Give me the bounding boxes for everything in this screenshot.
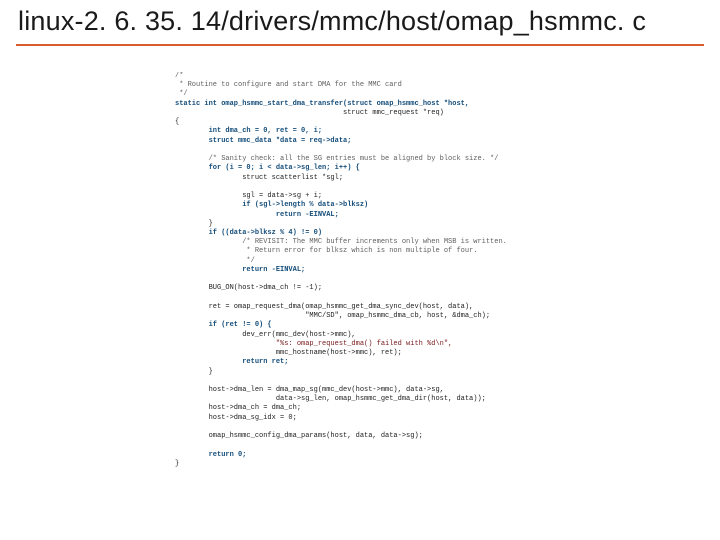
code-line: return ret; bbox=[175, 358, 288, 366]
code-line: struct scatterlist *sgl; bbox=[175, 174, 343, 182]
code-line: "%s: omap_request_dma() failed with %d\n… bbox=[175, 340, 452, 348]
code-line: host->dma_len = dma_map_sg(mmc_dev(host-… bbox=[175, 386, 444, 394]
code-line: BUG_ON(host->dma_ch != -1); bbox=[175, 284, 322, 292]
title-underline bbox=[16, 44, 704, 46]
code-line: } bbox=[175, 220, 213, 228]
code-line: return -EINVAL; bbox=[175, 211, 339, 219]
code-line: */ bbox=[175, 257, 255, 265]
code-line: if (sgl->length % data->blksz) bbox=[175, 201, 368, 209]
code-line: return 0; bbox=[175, 451, 246, 459]
code-line: /* Sanity check: all the SG entries must… bbox=[175, 155, 498, 163]
code-line: */ bbox=[175, 90, 188, 98]
code-line: if (ret != 0) { bbox=[175, 321, 272, 329]
code-line: host->dma_ch = dma_ch; bbox=[175, 404, 301, 412]
code-line: { bbox=[175, 118, 179, 126]
code-line: if ((data->blksz % 4) != 0) bbox=[175, 229, 322, 237]
code-line: struct mmc_request *req) bbox=[175, 109, 444, 117]
code-line: for (i = 0; i < data->sg_len; i++) { bbox=[175, 164, 360, 172]
code-line: dev_err(mmc_dev(host->mmc), bbox=[175, 331, 356, 339]
code-line: /* bbox=[175, 72, 183, 80]
code-line: ret = omap_request_dma(omap_hsmmc_get_dm… bbox=[175, 303, 473, 311]
code-line: return -EINVAL; bbox=[175, 266, 305, 274]
code-line: data->sg_len, omap_hsmmc_get_dma_dir(hos… bbox=[175, 395, 486, 403]
code-line: * Return error for blksz which is non mu… bbox=[175, 247, 477, 255]
source-code-excerpt: /* * Routine to configure and start DMA … bbox=[175, 72, 575, 502]
code-line: host->dma_sg_idx = 0; bbox=[175, 414, 297, 422]
code-line: int dma_ch = 0, ret = 0, i; bbox=[175, 127, 322, 135]
slide-title: linux-2. 6. 35. 14/drivers/mmc/host/omap… bbox=[18, 6, 702, 37]
code-line: sgl = data->sg + i; bbox=[175, 192, 322, 200]
code-line: /* REVISIT: The MMC buffer increments on… bbox=[175, 238, 507, 246]
slide: linux-2. 6. 35. 14/drivers/mmc/host/omap… bbox=[0, 0, 720, 540]
code-line: } bbox=[175, 368, 213, 376]
code-line: * Routine to configure and start DMA for… bbox=[175, 81, 402, 89]
code-line: } bbox=[175, 460, 179, 468]
code-line: mmc_hostname(host->mmc), ret); bbox=[175, 349, 402, 357]
code-line: "MMC/SD", omap_hsmmc_dma_cb, host, &dma_… bbox=[175, 312, 490, 320]
code-line: static int omap_hsmmc_start_dma_transfer… bbox=[175, 100, 469, 108]
code-line: struct mmc_data *data = req->data; bbox=[175, 137, 351, 145]
code-line: omap_hsmmc_config_dma_params(host, data,… bbox=[175, 432, 423, 440]
